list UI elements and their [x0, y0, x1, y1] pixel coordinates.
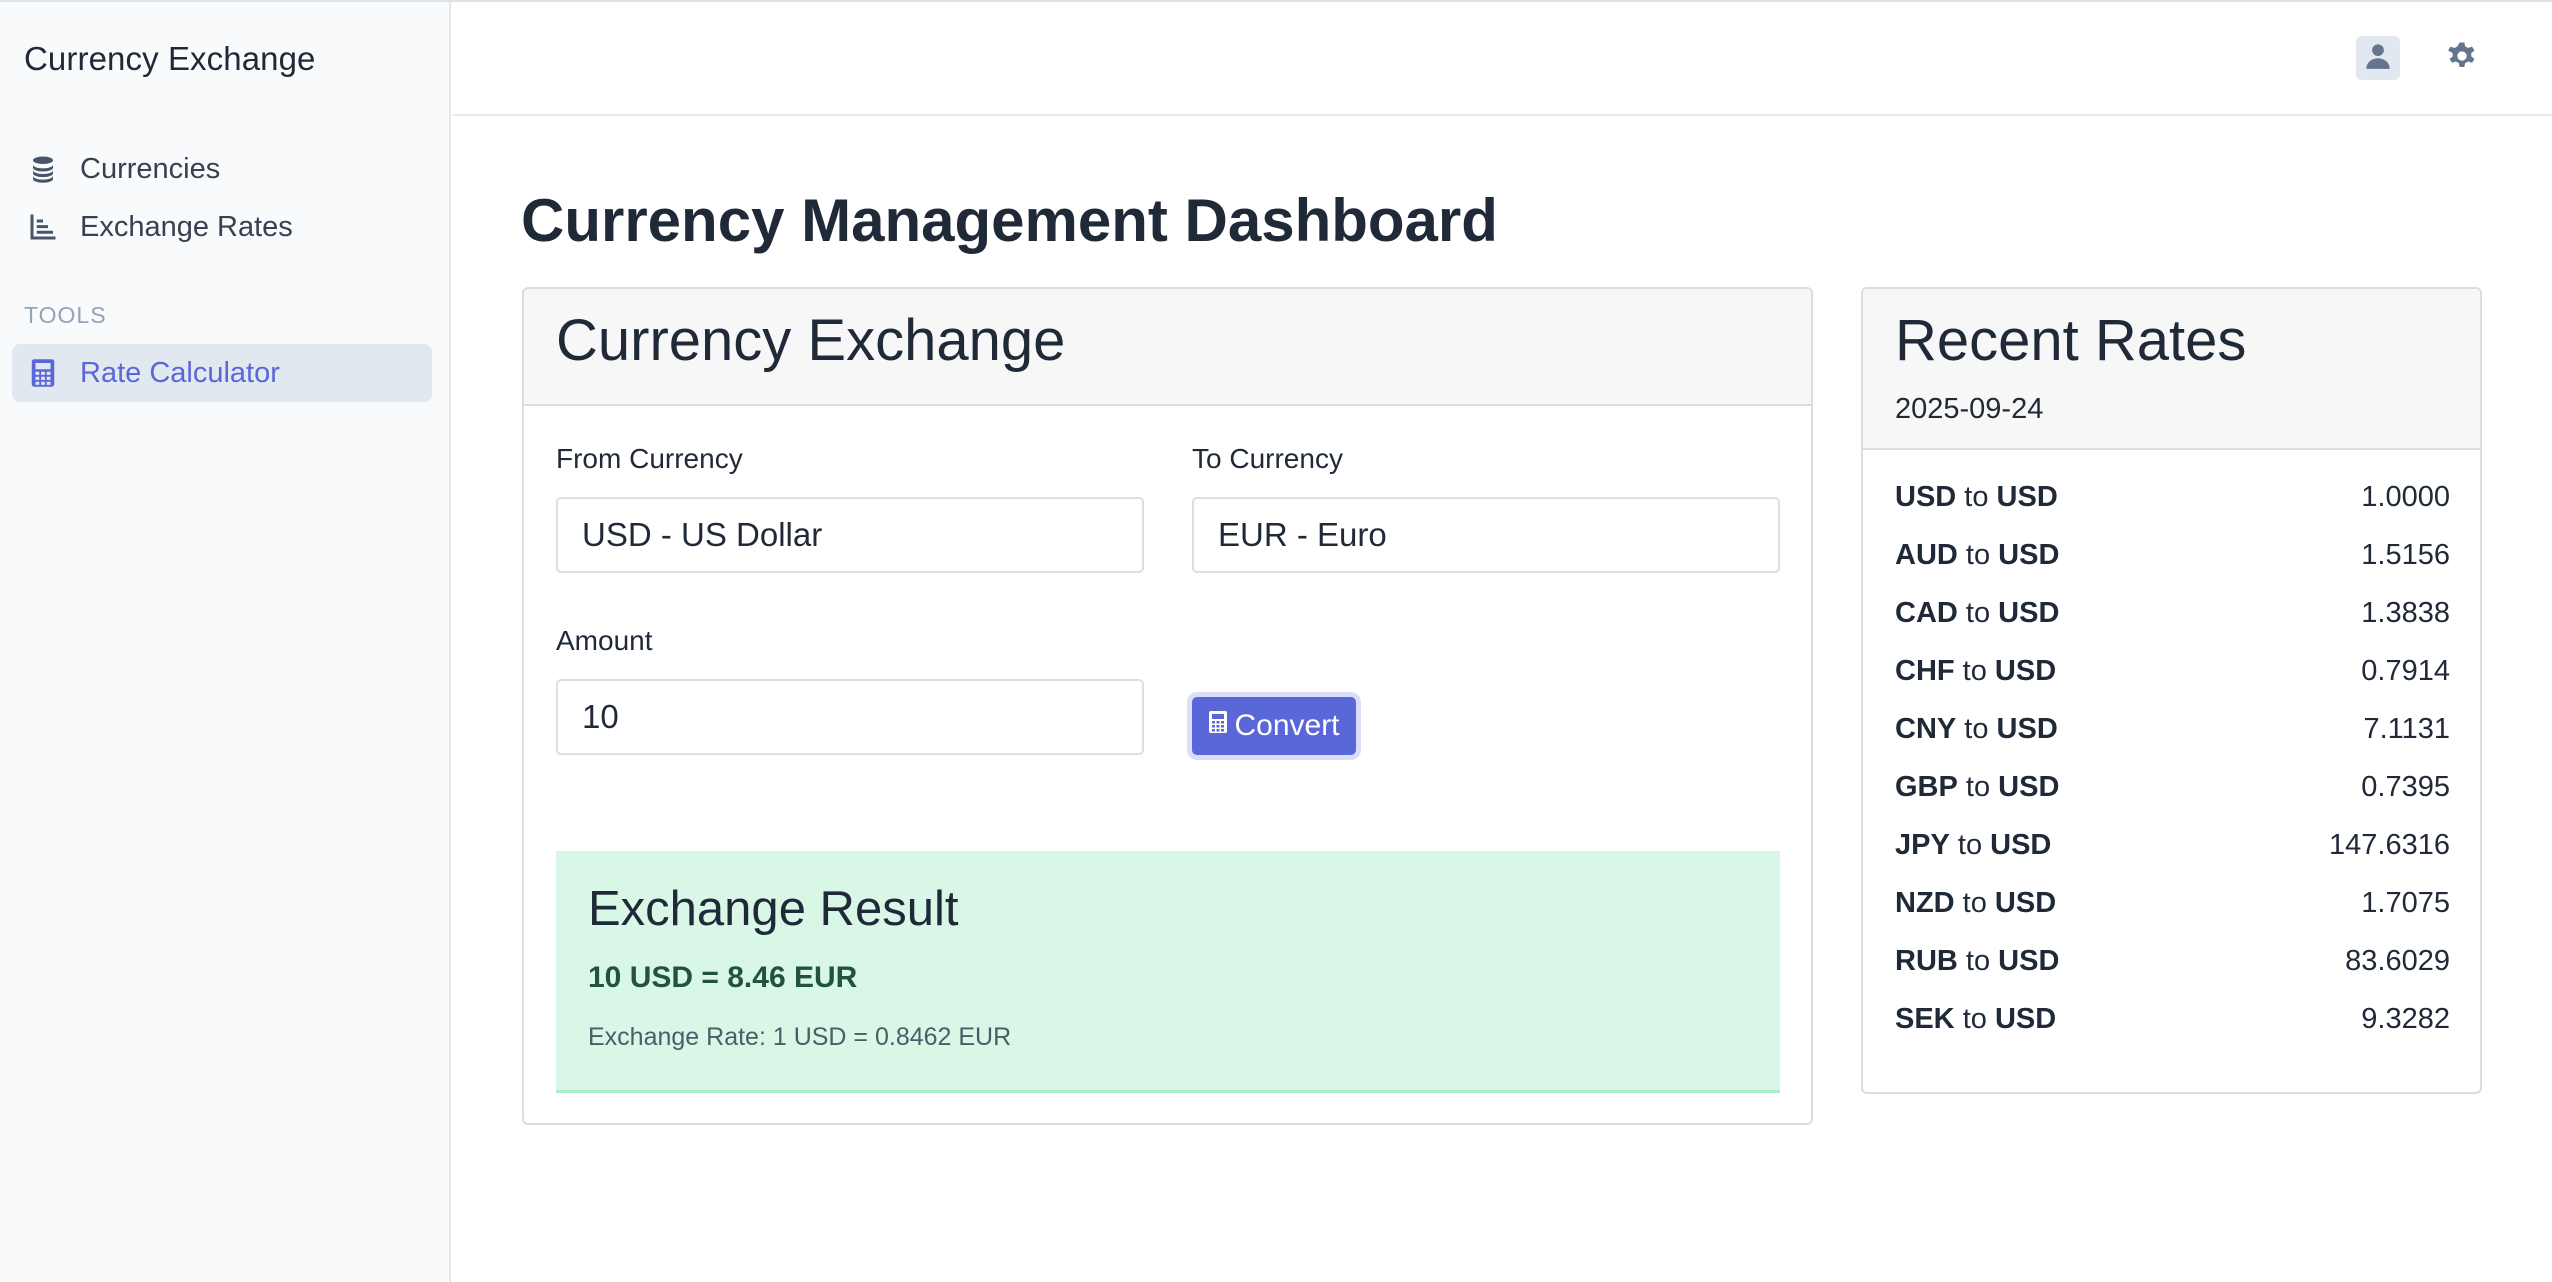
gear-icon — [2445, 39, 2479, 78]
rate-value: 147.6316 — [2329, 829, 2450, 861]
rate-value: 1.3838 — [2361, 597, 2450, 629]
currency-exchange-card: Currency Exchange From Currency USD - US… — [522, 287, 1813, 1125]
rates-date: 2025-09-24 — [1895, 393, 2044, 425]
rate-row: CAD to USD 1.3838 — [1895, 597, 2450, 637]
rate-pair: CAD to USD — [1895, 597, 2060, 629]
card-title: Recent Rates — [1895, 308, 2247, 373]
rate-pair: CHF to USD — [1895, 655, 2057, 687]
app-brand[interactable]: Currency Exchange — [24, 40, 316, 78]
rate-pair: GBP to USD — [1895, 771, 2060, 803]
card-title: Currency Exchange — [556, 308, 1066, 373]
rate-value: 9.3282 — [2361, 1003, 2450, 1035]
card-header: Currency Exchange — [524, 289, 1811, 406]
rate-pair: JPY to USD — [1895, 829, 2052, 861]
sidebar-section-tools: TOOLS — [24, 302, 107, 328]
sidebar-item-label: Exchange Rates — [80, 210, 293, 243]
rate-pair: RUB to USD — [1895, 945, 2060, 977]
amount-input[interactable]: 10 — [556, 679, 1144, 755]
sidebar-item-label: Rate Calculator — [80, 356, 280, 389]
rate-pair: NZD to USD — [1895, 887, 2057, 919]
rate-row: JPY to USD 147.6316 — [1895, 829, 2450, 869]
rate-value: 0.7395 — [2361, 771, 2450, 803]
exchange-result-title: Exchange Result — [588, 882, 959, 936]
rate-row: CHF to USD 0.7914 — [1895, 655, 2450, 695]
rate-value: 1.5156 — [2361, 539, 2450, 571]
rate-value: 1.0000 — [2361, 481, 2450, 513]
rate-row: NZD to USD 1.7075 — [1895, 887, 2450, 927]
coins-icon — [26, 152, 60, 186]
sidebar-item-currencies[interactable]: Currencies — [12, 140, 432, 198]
from-currency-select[interactable]: USD - US Dollar — [556, 497, 1144, 573]
rate-row: AUD to USD 1.5156 — [1895, 539, 2450, 579]
user-menu-button[interactable] — [2356, 36, 2400, 80]
to-currency-select[interactable]: EUR - Euro — [1192, 497, 1780, 573]
rate-row: USD to USD 1.0000 — [1895, 481, 2450, 521]
rate-value: 1.7075 — [2361, 887, 2450, 919]
from-currency-label: From Currency — [556, 443, 743, 474]
convert-button[interactable]: Convert — [1192, 697, 1356, 755]
to-currency-label: To Currency — [1192, 443, 1343, 474]
amount-label: Amount — [556, 625, 653, 656]
top-header — [453, 2, 2552, 116]
rate-value: 7.1131 — [2363, 713, 2450, 745]
user-icon — [2364, 41, 2392, 76]
calculator-icon — [1208, 709, 1228, 743]
recent-rates-card: Recent Rates 2025-09-24 USD to USD 1.000… — [1861, 287, 2482, 1094]
rate-row: SEK to USD 9.3282 — [1895, 1003, 2450, 1043]
sidebar-item-rate-calculator[interactable]: Rate Calculator — [12, 344, 432, 402]
calculator-icon — [26, 356, 60, 390]
rate-row: RUB to USD 83.6029 — [1895, 945, 2450, 985]
rate-pair: USD to USD — [1895, 481, 2058, 513]
page-title: Currency Management Dashboard — [521, 187, 1498, 254]
exchange-result-panel: Exchange Result 10 USD = 8.46 EUR Exchan… — [556, 851, 1780, 1093]
rate-row: CNY to USD 7.1131 — [1895, 713, 2450, 753]
convert-button-label: Convert — [1234, 709, 1340, 742]
rate-value: 0.7914 — [2361, 655, 2450, 687]
exchange-result-value: 10 USD = 8.46 EUR — [588, 961, 858, 994]
settings-button[interactable] — [2440, 36, 2484, 80]
card-header: Recent Rates 2025-09-24 — [1863, 289, 2480, 450]
bar-chart-icon — [26, 210, 60, 244]
sidebar-item-exchange-rates[interactable]: Exchange Rates — [12, 198, 432, 256]
rate-row: GBP to USD 0.7395 — [1895, 771, 2450, 811]
sidebar: Currency Exchange Currencies Exchange Ra… — [0, 2, 451, 1282]
rate-value: 83.6029 — [2345, 945, 2450, 977]
exchange-rate-text: Exchange Rate: 1 USD = 0.8462 EUR — [588, 1023, 1012, 1051]
rate-pair: AUD to USD — [1895, 539, 2060, 571]
sidebar-item-label: Currencies — [80, 152, 221, 185]
rate-pair: SEK to USD — [1895, 1003, 2057, 1035]
rate-pair: CNY to USD — [1895, 713, 2058, 745]
